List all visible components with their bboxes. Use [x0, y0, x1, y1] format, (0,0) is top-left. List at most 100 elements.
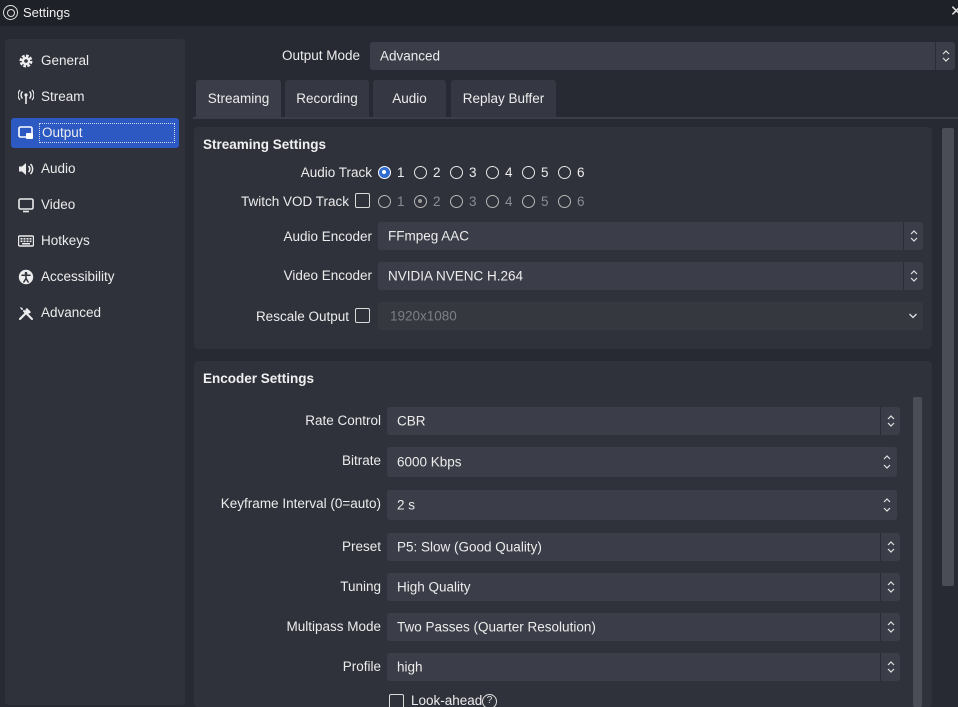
vod-track-radio-2[interactable]: [414, 195, 427, 208]
preset-select[interactable]: P5: Slow (Good Quality): [387, 533, 900, 561]
look-ahead-label: Look-ahead: [411, 693, 483, 707]
rate-control-select[interactable]: CBR: [387, 407, 900, 435]
updown-arrows-icon: [880, 573, 900, 601]
audio-encoder-value: FFmpeg AAC: [388, 228, 470, 244]
window-title: Settings: [23, 5, 70, 20]
page-scrollbar[interactable]: [942, 128, 954, 586]
updown-arrows-icon: [903, 222, 923, 250]
tab-strip-divider: [193, 117, 958, 119]
sidebar-item-label: Video: [41, 197, 76, 212]
rescale-output-label: Rescale Output: [255, 309, 349, 324]
updown-arrows-icon: [935, 42, 955, 70]
audio-track-radio-4[interactable]: [486, 166, 499, 179]
spin-arrows-icon[interactable]: [877, 447, 897, 477]
vod-track-option-label: 5: [541, 194, 549, 209]
multipass-mode-value: Two Passes (Quarter Resolution): [397, 619, 596, 635]
tab-audio[interactable]: Audio: [373, 80, 446, 117]
accessibility-icon: [18, 269, 34, 285]
vod-track-radio-3[interactable]: [450, 195, 463, 208]
updown-arrows-icon: [880, 613, 900, 641]
monitor-icon: [18, 198, 34, 213]
audio-track-radio-1[interactable]: [378, 166, 391, 179]
preset-label: Preset: [341, 539, 381, 554]
profile-value: high: [397, 659, 423, 675]
tab-label: Audio: [392, 91, 427, 106]
vod-track-radio-4[interactable]: [486, 195, 499, 208]
audio-track-label: Audio Track: [300, 165, 372, 180]
sidebar-item-audio[interactable]: Audio: [11, 154, 179, 184]
video-encoder-select[interactable]: NVIDIA NVENC H.264: [378, 262, 923, 290]
audio-track-option-label: 4: [505, 165, 513, 180]
title-bar: Settings ✕: [0, 0, 958, 26]
bitrate-spinbox[interactable]: 6000 Kbps: [387, 447, 897, 477]
encoder-scrollbar[interactable]: [913, 397, 922, 707]
audio-track-radio-6[interactable]: [558, 166, 571, 179]
rate-control-value: CBR: [397, 413, 426, 429]
rescale-output-checkbox[interactable]: [355, 308, 370, 323]
audio-encoder-label: Audio Encoder: [283, 229, 372, 244]
audio-track-radio-3[interactable]: [450, 166, 463, 179]
vod-track-radio-1[interactable]: [378, 195, 391, 208]
profile-label: Profile: [342, 659, 381, 674]
sidebar-item-general[interactable]: General: [11, 46, 179, 76]
multipass-mode-select[interactable]: Two Passes (Quarter Resolution): [387, 613, 900, 641]
keyframe-interval-value: 2 s: [397, 497, 416, 513]
tab-label: Streaming: [207, 91, 270, 106]
profile-select[interactable]: high: [387, 653, 900, 681]
bitrate-value: 6000 Kbps: [397, 454, 462, 470]
rescale-resolution-select[interactable]: 1920x1080: [378, 302, 923, 330]
output-mode-value: Advanced: [380, 48, 441, 64]
tuning-select[interactable]: High Quality: [387, 573, 900, 601]
sidebar-item-output[interactable]: Output: [11, 118, 179, 148]
audio-encoder-select[interactable]: FFmpeg AAC: [378, 222, 923, 250]
tab-recording[interactable]: Recording: [285, 80, 369, 117]
rescale-resolution-value: 1920x1080: [390, 308, 457, 324]
multipass-mode-label: Multipass Mode: [286, 619, 381, 634]
obs-logo-icon: [3, 5, 18, 20]
gear-icon: [19, 54, 33, 68]
sidebar-item-accessibility[interactable]: Accessibility: [11, 262, 179, 292]
tab-streaming[interactable]: Streaming: [196, 80, 281, 117]
tuning-label: Tuning: [340, 579, 381, 594]
audio-track-radio-2[interactable]: [414, 166, 427, 179]
tuning-value: High Quality: [397, 579, 471, 595]
antenna-icon: [18, 89, 34, 104]
twitch-vod-track-checkbox[interactable]: [355, 193, 370, 208]
preset-value: P5: Slow (Good Quality): [397, 539, 542, 555]
audio-track-radio-5[interactable]: [522, 166, 535, 179]
vod-track-radio-5[interactable]: [522, 195, 535, 208]
keyframe-interval-label: Keyframe Interval (0=auto): [220, 496, 381, 511]
tab-replay-buffer[interactable]: Replay Buffer: [451, 80, 556, 117]
sidebar-item-advanced[interactable]: Advanced: [11, 298, 179, 328]
speaker-icon: [19, 163, 34, 175]
vod-track-option-label: 3: [469, 194, 477, 209]
close-icon[interactable]: ✕: [950, 2, 958, 20]
updown-arrows-icon: [880, 653, 900, 681]
keyframe-interval-spinbox[interactable]: 2 s: [387, 490, 897, 520]
chevron-down-icon: [903, 302, 923, 330]
spin-arrows-icon[interactable]: [877, 490, 897, 520]
sidebar-item-label: Audio: [41, 161, 76, 176]
output-mode-select[interactable]: Advanced: [370, 42, 955, 70]
updown-arrows-icon: [880, 407, 900, 435]
keyboard-icon: [18, 235, 34, 247]
vod-track-radio-6[interactable]: [558, 195, 571, 208]
tools-icon: [18, 307, 33, 321]
sidebar-item-hotkeys[interactable]: Hotkeys: [11, 226, 179, 256]
vod-track-option-label: 2: [433, 194, 441, 209]
video-encoder-value: NVIDIA NVENC H.264: [388, 268, 524, 284]
tab-label: Replay Buffer: [462, 91, 545, 106]
vod-track-option-label: 1: [397, 194, 405, 209]
sidebar-item-stream[interactable]: Stream: [11, 82, 179, 112]
sidebar-item-label: Hotkeys: [41, 233, 90, 248]
audio-track-option-label: 6: [577, 165, 585, 180]
sidebar-item-label: Output: [39, 123, 175, 143]
audio-track-option-label: 3: [469, 165, 477, 180]
sidebar-item-video[interactable]: Video: [11, 190, 179, 220]
look-ahead-checkbox[interactable]: [389, 694, 404, 707]
audio-track-option-label: 5: [541, 165, 549, 180]
output-icon: [18, 126, 33, 139]
help-icon[interactable]: ?: [482, 694, 497, 707]
updown-arrows-icon: [880, 533, 900, 561]
twitch-vod-track-label: Twitch VOD Track: [240, 194, 349, 209]
